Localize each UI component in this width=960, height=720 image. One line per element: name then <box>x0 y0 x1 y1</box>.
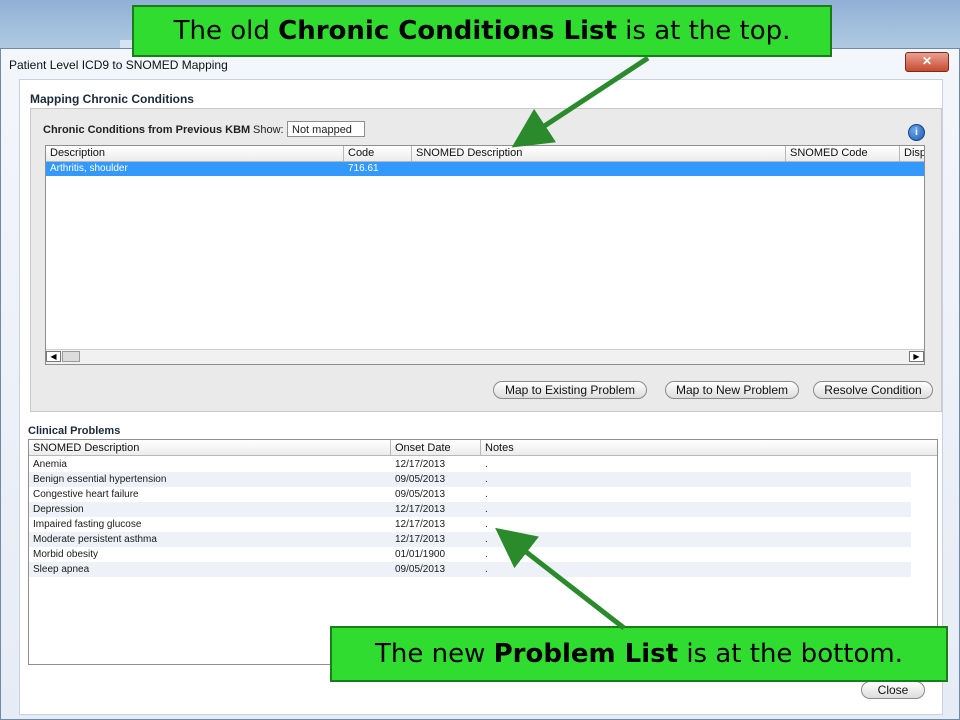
cell-notes: . <box>485 459 488 470</box>
resolve-condition-button[interactable]: Resolve Condition <box>813 381 933 399</box>
cell-description: Arthritis, shoulder <box>50 163 128 174</box>
cell-onset-date: 09/05/2013 <box>395 489 446 500</box>
cell-snomed-description: Benign essential hypertension <box>33 474 167 485</box>
table-row[interactable]: Congestive heart failure 09/05/2013 . <box>29 487 911 502</box>
column-header-notes[interactable]: Notes <box>481 440 937 456</box>
cell-snomed-description: Congestive heart failure <box>33 489 139 500</box>
scroll-left-icon[interactable]: ◀ <box>46 351 61 362</box>
scroll-right-icon[interactable]: ▶ <box>909 351 924 362</box>
column-header-code[interactable]: Code <box>344 146 412 161</box>
cell-notes: . <box>485 474 488 485</box>
map-to-new-problem-button[interactable]: Map to New Problem <box>665 381 799 399</box>
cell-snomed-description: Depression <box>33 504 84 515</box>
cell-snomed-description: Sleep apnea <box>33 564 90 575</box>
grid-header: Description Code SNOMED Description SNOM… <box>46 146 924 162</box>
column-header-description[interactable]: Description <box>46 146 344 161</box>
cell-onset-date: 09/05/2013 <box>395 474 446 485</box>
clinical-problems-title: Clinical Problems <box>28 425 121 437</box>
table-row[interactable]: Depression 12/17/2013 . <box>29 502 911 517</box>
cell-code: 716.61 <box>348 163 379 174</box>
bottom-callout-text-pre: The new <box>375 639 494 669</box>
cell-onset-date: 01/01/1900 <box>395 549 446 560</box>
close-button[interactable]: Close <box>861 681 925 699</box>
top-callout-text-pre: The old <box>173 16 279 46</box>
page-title: Mapping Chronic Conditions <box>30 92 194 106</box>
chronic-conditions-grid: Description Code SNOMED Description SNOM… <box>45 145 925 365</box>
cell-notes: . <box>485 504 488 515</box>
table-row[interactable]: Benign essential hypertension 09/05/2013… <box>29 472 911 487</box>
cell-snomed-description: Anemia <box>33 459 67 470</box>
cell-onset-date: 09/05/2013 <box>395 564 446 575</box>
cell-snomed-description: Impaired fasting glucose <box>33 519 142 530</box>
cell-onset-date: 12/17/2013 <box>395 534 446 545</box>
info-icon[interactable]: i <box>908 124 925 141</box>
cell-snomed-description: Morbid obesity <box>33 549 99 560</box>
table-row-selected[interactable]: Arthritis, shoulder 716.61 <box>46 162 924 176</box>
cell-notes: . <box>485 534 488 545</box>
cell-notes: . <box>485 549 488 560</box>
top-callout-text-bold: Chronic Conditions List <box>278 16 617 46</box>
table-row[interactable]: Sleep apnea 09/05/2013 . <box>29 562 911 577</box>
column-header-onset-date[interactable]: Onset Date <box>391 440 481 456</box>
table-row[interactable]: Moderate persistent asthma 12/17/2013 . <box>29 532 911 547</box>
table-row[interactable]: Morbid obesity 01/01/1900 . <box>29 547 911 562</box>
bottom-callout-text-post: is at the bottom. <box>678 639 903 669</box>
cell-snomed-description: Moderate persistent asthma <box>33 534 157 545</box>
column-header-snomed-description[interactable]: SNOMED Description <box>29 440 391 456</box>
column-header-snomed-code[interactable]: SNOMED Code <box>786 146 900 161</box>
cell-notes: . <box>485 519 488 530</box>
cell-onset-date: 12/17/2013 <box>395 519 446 530</box>
chronic-conditions-title: Chronic Conditions from Previous KBM <box>43 124 251 136</box>
chronic-conditions-panel: Chronic Conditions from Previous KBM Sho… <box>30 108 942 412</box>
bottom-callout-text-bold: Problem List <box>493 639 679 669</box>
cell-onset-date: 12/17/2013 <box>395 459 446 470</box>
show-filter-label: Show: <box>253 124 284 136</box>
cell-notes: . <box>485 489 488 500</box>
map-to-existing-problem-button[interactable]: Map to Existing Problem <box>493 381 647 399</box>
top-callout: The old Chronic Conditions List is at th… <box>132 5 832 57</box>
table-row[interactable]: Impaired fasting glucose 12/17/2013 . <box>29 517 911 532</box>
column-header-snomed-description[interactable]: SNOMED Description <box>412 146 786 161</box>
mapping-dialog: Patient Level ICD9 to SNOMED Mapping ✕ M… <box>0 48 960 720</box>
bottom-callout: The new Problem List is at the bottom. <box>330 626 948 682</box>
scroll-thumb[interactable] <box>62 351 80 362</box>
cell-onset-date: 12/17/2013 <box>395 504 446 515</box>
column-header-disp[interactable]: Disp <box>900 146 924 161</box>
table-row[interactable]: Anemia 12/17/2013 . <box>29 457 911 472</box>
window-title: Patient Level ICD9 to SNOMED Mapping <box>9 58 228 72</box>
cell-notes: . <box>485 564 488 575</box>
show-filter-select[interactable]: Not mapped <box>287 121 365 137</box>
window-close-icon[interactable]: ✕ <box>905 52 949 72</box>
horizontal-scrollbar[interactable]: ◀ ▶ <box>46 349 924 364</box>
dialog-content: Mapping Chronic Conditions Chronic Condi… <box>19 79 943 715</box>
top-callout-text-post: is at the top. <box>616 16 791 46</box>
